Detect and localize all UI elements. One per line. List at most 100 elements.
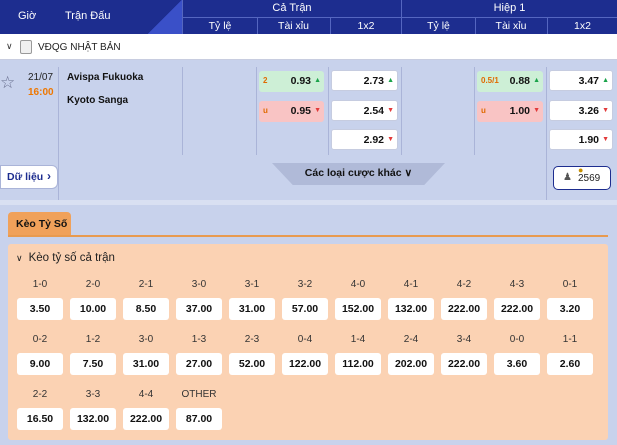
odd-value: 2.92: [363, 134, 384, 146]
score-cell[interactable]: 2-2 16.50: [17, 389, 63, 439]
odd-label: u: [481, 106, 486, 115]
tab-underline: [8, 235, 608, 237]
odd-label: 0.5/1: [481, 76, 499, 85]
odd-h1-draw[interactable]: 1.90 ▼: [549, 129, 613, 150]
odd-ft-home[interactable]: 2.73 ▲: [331, 70, 398, 91]
score-odd[interactable]: 3.50: [17, 298, 63, 320]
odd-ft-under[interactable]: u 0.95 ▼: [259, 101, 324, 122]
arrow-down-icon: ▼: [387, 136, 394, 143]
panel-header[interactable]: ∨ Kèo tỷ số cả trận: [16, 252, 115, 264]
header-match: Trận Đấu: [65, 10, 111, 22]
score-cell[interactable]: 2-0 10.00: [70, 279, 116, 329]
score-odd[interactable]: 222.00: [441, 298, 487, 320]
score-cell[interactable]: 0-4 122.00: [282, 334, 328, 384]
home-team: Avispa Fukuoka: [67, 72, 144, 83]
chevron-down-icon[interactable]: ∨: [6, 41, 13, 52]
header-full-match-title: Cả Trận: [272, 2, 312, 14]
score-odd[interactable]: 222.00: [494, 298, 540, 320]
score-cell[interactable]: 2-1 8.50: [123, 279, 169, 329]
score-cell[interactable]: 3-4 222.00: [441, 334, 487, 384]
score-odd[interactable]: 3.20: [547, 298, 593, 320]
score-cell[interactable]: 4-1 132.00: [388, 279, 434, 329]
score-odd[interactable]: 52.00: [229, 353, 275, 375]
score-cell[interactable]: 0-0 3.60: [494, 334, 540, 384]
score-odd[interactable]: 202.00: [388, 353, 434, 375]
odd-h1-home[interactable]: 3.47 ▲: [549, 70, 613, 91]
score-odd[interactable]: 37.00: [176, 298, 222, 320]
score-cell[interactable]: 4-3 222.00: [494, 279, 540, 329]
score-label: 2-1: [138, 279, 154, 290]
score-odd[interactable]: 112.00: [335, 353, 381, 375]
score-odd[interactable]: 87.00: [176, 408, 222, 430]
star-icon[interactable]: ☆: [0, 73, 15, 93]
match-date: 21/07: [28, 72, 54, 83]
score-cell[interactable]: 1-1 2.60: [547, 334, 593, 384]
divider: [182, 67, 183, 155]
score-odd[interactable]: 132.00: [388, 298, 434, 320]
score-cell[interactable]: 4-0 152.00: [335, 279, 381, 329]
odd-value: 0.93: [290, 75, 311, 87]
score-odd[interactable]: 222.00: [441, 353, 487, 375]
other-bets-tab[interactable]: Các loại cược khác ∨: [272, 163, 445, 185]
header-full-match: Cả Trận Tỷ lệ Tài xỉu 1x2: [182, 0, 401, 34]
score-odd[interactable]: 8.50: [123, 298, 169, 320]
score-label: 1-3: [191, 334, 207, 345]
score-cell[interactable]: 4-2 222.00: [441, 279, 487, 329]
score-cell[interactable]: 2-3 52.00: [229, 334, 275, 384]
score-cell[interactable]: 0-2 9.00: [17, 334, 63, 384]
score-odd[interactable]: 222.00: [123, 408, 169, 430]
odd-h1-away[interactable]: 3.26 ▼: [549, 100, 613, 121]
score-label: 2-3: [244, 334, 260, 345]
score-label: 1-4: [350, 334, 366, 345]
score-odd[interactable]: 31.00: [123, 353, 169, 375]
score-odd[interactable]: 2.60: [547, 353, 593, 375]
league-row[interactable]: ∨ VĐQG NHẬT BẢN: [0, 34, 617, 60]
score-label: 4-4: [138, 389, 154, 400]
arrow-up-icon: ▲: [314, 77, 321, 84]
score-cell[interactable]: 0-1 3.20: [547, 279, 593, 329]
score-odd[interactable]: 10.00: [70, 298, 116, 320]
score-odd[interactable]: 3.60: [494, 353, 540, 375]
other-bets-text: Các loại cược khác: [304, 167, 402, 179]
score-odd[interactable]: 9.00: [17, 353, 63, 375]
divider: [474, 67, 475, 155]
viewer-count-button[interactable]: ♟ 2569 ●: [553, 165, 611, 190]
score-odd[interactable]: 122.00: [282, 353, 328, 375]
header-half1-title: Hiệp 1: [493, 2, 526, 14]
score-cell[interactable]: 2-4 202.00: [388, 334, 434, 384]
lock-icon: ●: [578, 165, 584, 175]
score-odd[interactable]: 57.00: [282, 298, 328, 320]
odd-ft-over[interactable]: 2 0.93 ▲: [259, 71, 324, 92]
score-label: 1-1: [562, 334, 578, 345]
odd-ft-away[interactable]: 2.54 ▼: [331, 100, 398, 121]
score-odd[interactable]: 152.00: [335, 298, 381, 320]
score-cell[interactable]: 3-3 132.00: [70, 389, 116, 439]
odd-value: 3.26: [578, 105, 599, 117]
score-label: 2-4: [403, 334, 419, 345]
odd-value: 1.90: [578, 134, 599, 146]
score-odd[interactable]: 16.50: [17, 408, 63, 430]
score-cell[interactable]: 1-3 27.00: [176, 334, 222, 384]
score-odd[interactable]: 27.00: [176, 353, 222, 375]
odd-h1-over[interactable]: 0.5/1 0.88 ▲: [477, 71, 543, 92]
score-cell[interactable]: 3-0 37.00: [176, 279, 222, 329]
score-cell[interactable]: 1-0 3.50: [17, 279, 63, 329]
header-ft-handicap: Tỷ lệ: [208, 20, 232, 32]
score-cell[interactable]: 1-4 112.00: [335, 334, 381, 384]
score-cell[interactable]: 3-1 31.00: [229, 279, 275, 329]
score-cell[interactable]: 3-0 31.00: [123, 334, 169, 384]
score-cell[interactable]: 3-2 57.00: [282, 279, 328, 329]
score-odd[interactable]: 31.00: [229, 298, 275, 320]
tab-correct-score[interactable]: Kèo Tỷ Số: [8, 212, 71, 236]
score-cell[interactable]: 1-2 7.50: [70, 334, 116, 384]
score-odd[interactable]: 7.50: [70, 353, 116, 375]
correct-score-panel: ∨ Kèo tỷ số cả trận 1-0 3.50 2-0 10.00 2-1 8.5…: [8, 244, 608, 440]
odd-ft-draw[interactable]: 2.92 ▼: [331, 129, 398, 150]
odd-h1-under[interactable]: u 1.00 ▼: [477, 101, 543, 122]
data-button[interactable]: Dữ liệu ›: [0, 165, 58, 189]
arrow-down-icon: ▼: [602, 136, 609, 143]
score-cell[interactable]: 4-4 222.00: [123, 389, 169, 439]
score-label: 4-3: [509, 279, 525, 290]
score-cell[interactable]: OTHER 87.00: [176, 389, 222, 439]
score-odd[interactable]: 132.00: [70, 408, 116, 430]
